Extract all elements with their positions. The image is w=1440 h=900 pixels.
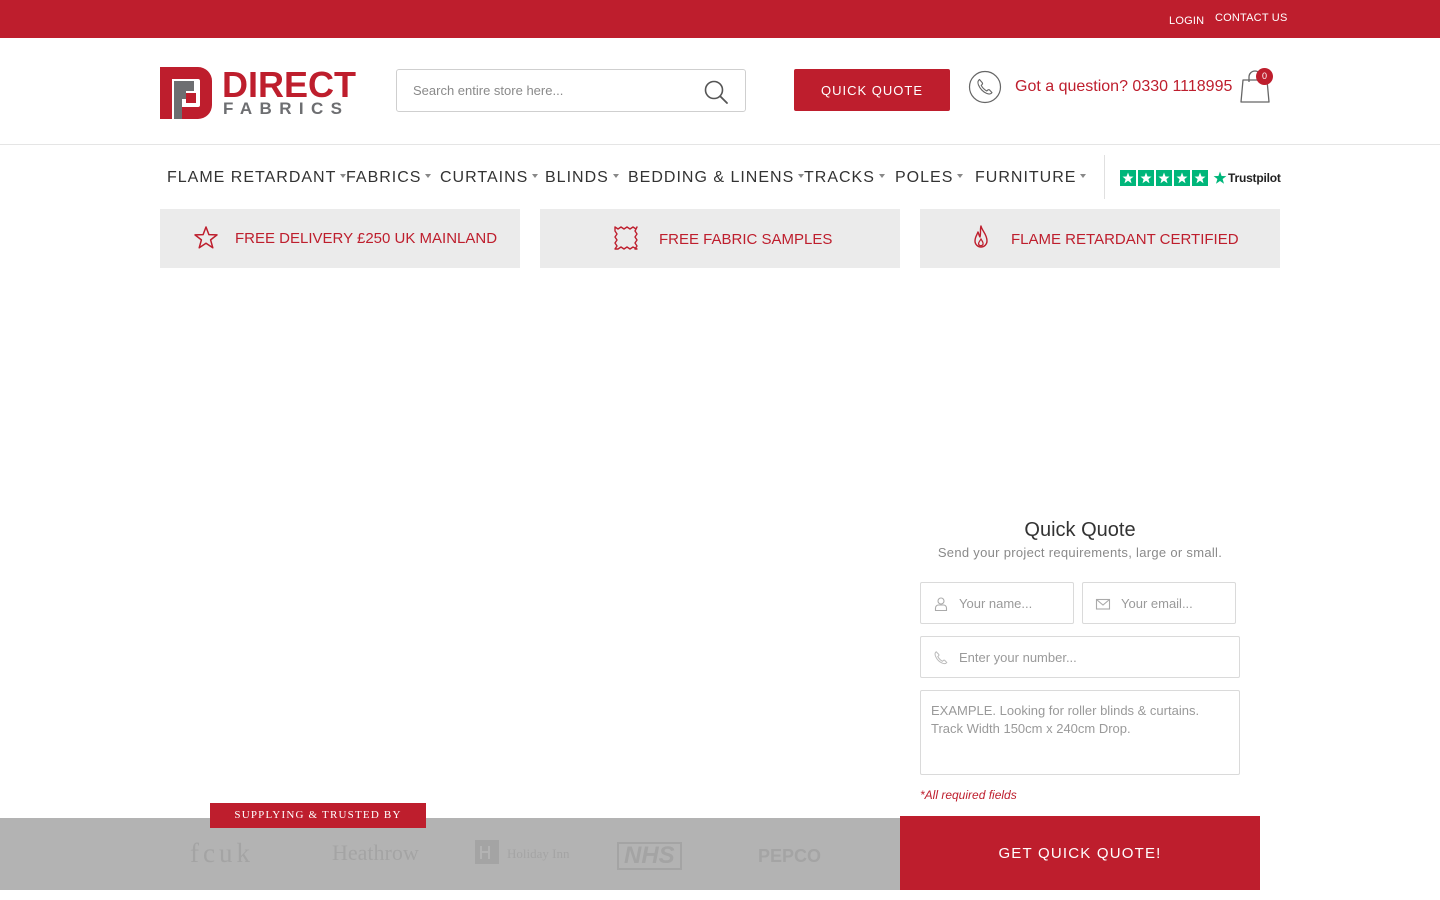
- usp-free-samples: FREE FABRIC SAMPLES: [540, 209, 900, 268]
- usp-free-delivery: FREE DELIVERY £250 UK MAINLAND: [160, 209, 520, 268]
- nav-divider: [1104, 155, 1105, 199]
- star-icon: [1156, 170, 1172, 186]
- nav-label: BLINDS: [545, 169, 609, 186]
- contact-phone[interactable]: Got a question? 0330 1118995: [1015, 78, 1232, 96]
- nav-bedding-linens[interactable]: BEDDING & LINENS: [628, 169, 805, 187]
- name-field[interactable]: [959, 583, 1067, 623]
- star-icon: [194, 226, 218, 249]
- nav-flame-retardant[interactable]: FLAME RETARDANT: [167, 169, 347, 187]
- nav-curtains[interactable]: CURTAINS: [440, 169, 539, 187]
- phone-number-field[interactable]: [959, 637, 1233, 677]
- caret-down-icon: [878, 173, 885, 178]
- usp-label: FREE DELIVERY £250 UK MAINLAND: [235, 230, 498, 247]
- nav-poles[interactable]: POLES: [895, 169, 964, 187]
- logo-word-fabrics: FABRICS: [223, 99, 350, 118]
- nav-label: POLES: [895, 169, 954, 186]
- nav-furniture[interactable]: FURNITURE: [975, 169, 1087, 187]
- trustpilot-star-icon: [1213, 171, 1227, 184]
- caret-down-icon: [532, 173, 539, 178]
- message-field-wrapper: [920, 690, 1240, 775]
- name-field-wrapper: [920, 582, 1074, 624]
- search-input[interactable]: [398, 71, 688, 110]
- trustpilot-label: Trustpilot: [1228, 171, 1281, 185]
- brand-logo-heathrow: Heathrow: [332, 840, 419, 865]
- nav-label: CURTAINS: [440, 169, 529, 186]
- site-header: DIRECT FABRICS QUICK QUOTE Got a questio…: [0, 38, 1440, 145]
- nav-blinds[interactable]: BLINDS: [545, 169, 619, 187]
- quick-quote-button[interactable]: QUICK QUOTE: [794, 69, 950, 111]
- logo-mark-icon: [160, 67, 212, 119]
- quote-form-title: Quick Quote: [1024, 519, 1136, 541]
- usp-label: FLAME RETARDANT CERTIFIED: [1011, 231, 1239, 248]
- caret-down-icon: [957, 173, 964, 178]
- nav-fabrics[interactable]: FABRICS: [346, 169, 432, 187]
- fabric-swatch-icon: [614, 226, 638, 250]
- nav-label: FABRICS: [346, 169, 422, 186]
- nav-label: TRACKS: [804, 169, 875, 186]
- main-navigation: FLAME RETARDANT FABRICS CURTAINS BLINDS …: [0, 145, 1440, 209]
- top-bar: LOGIN CONTACT US: [0, 0, 1440, 38]
- trustpilot-stars: [1120, 170, 1208, 186]
- star-icon: [1192, 170, 1208, 186]
- phone-icon: [968, 70, 1002, 104]
- contact-us-link[interactable]: CONTACT US: [1215, 12, 1288, 24]
- cart-count-badge: 0: [1256, 68, 1273, 85]
- email-field[interactable]: [1121, 583, 1229, 623]
- email-field-wrapper: [1082, 582, 1236, 624]
- brand-logo-fcuk: fcuk: [190, 838, 254, 868]
- site-logo[interactable]: DIRECT FABRICS: [160, 67, 360, 119]
- holiday-inn-mark-icon: [475, 840, 499, 864]
- required-fields-note: *All required fields: [920, 788, 1017, 802]
- search-box: [396, 69, 746, 112]
- caret-down-icon: [1080, 173, 1087, 178]
- star-icon: [1174, 170, 1190, 186]
- phone-icon: [934, 651, 948, 665]
- trusted-by-tag: SUPPLYING & TRUSTED BY: [210, 803, 426, 828]
- search-icon[interactable]: [703, 79, 729, 105]
- envelope-icon: [1095, 598, 1111, 610]
- nav-label: FURNITURE: [975, 169, 1077, 186]
- number-field-wrapper: [920, 636, 1240, 678]
- quote-form-subtitle: Send your project requirements, large or…: [937, 545, 1223, 560]
- nav-label: FLAME RETARDANT: [167, 169, 337, 186]
- star-icon: [1120, 170, 1136, 186]
- nav-label: BEDDING & LINENS: [628, 169, 795, 186]
- brand-logo-nhs: NHS: [617, 842, 682, 870]
- star-icon: [1138, 170, 1154, 186]
- login-link[interactable]: LOGIN: [1169, 15, 1204, 27]
- usp-flame-retardant: FLAME RETARDANT CERTIFIED: [920, 209, 1280, 268]
- brand-logo-pepco: PEPCO: [758, 846, 822, 866]
- nav-tracks[interactable]: TRACKS: [804, 169, 885, 187]
- usp-label: FREE FABRIC SAMPLES: [659, 231, 833, 248]
- get-quick-quote-button[interactable]: GET QUICK QUOTE!: [900, 816, 1260, 890]
- brand-label: Holiday Inn: [507, 846, 570, 861]
- requirements-textarea[interactable]: [921, 691, 1239, 774]
- logo-word-direct: DIRECT: [222, 64, 356, 105]
- caret-down-icon: [425, 173, 432, 178]
- caret-down-icon: [612, 173, 619, 178]
- flame-icon: [974, 225, 988, 248]
- user-icon: [934, 597, 948, 612]
